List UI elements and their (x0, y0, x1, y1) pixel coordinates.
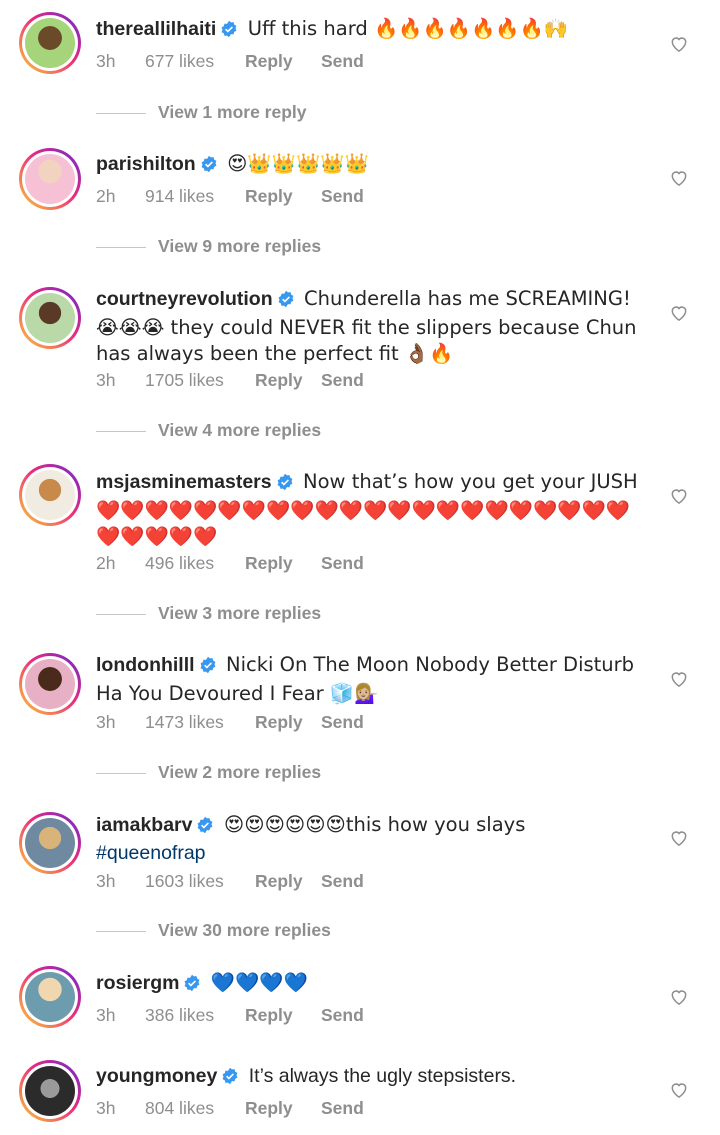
comment-likes[interactable]: 1705 likes (145, 368, 255, 392)
like-heart-icon[interactable] (669, 303, 689, 323)
comment-time: 2h (96, 553, 116, 573)
divider (96, 112, 146, 114)
avatar[interactable] (19, 464, 81, 526)
send-button[interactable]: Send (321, 710, 364, 734)
comment-likes[interactable]: 677 likes (145, 49, 245, 73)
comment-time: 2h (96, 186, 116, 206)
reply-button[interactable]: Reply (255, 710, 321, 734)
avatar[interactable] (19, 1060, 81, 1122)
reply-button[interactable]: Reply (245, 49, 321, 73)
reply-button[interactable]: Reply (245, 551, 321, 575)
comment-likes[interactable]: 1603 likes (145, 869, 255, 893)
reply-button[interactable]: Reply (255, 869, 321, 893)
send-button[interactable]: Send (321, 869, 364, 893)
verified-badge-icon (277, 290, 295, 315)
comment-username[interactable]: courtneyrevolution (96, 288, 273, 310)
verified-badge-icon (220, 20, 238, 45)
comment-username[interactable]: msjasminemasters (96, 471, 272, 493)
comment-text: 💙💙💙💙 (210, 971, 308, 994)
verified-badge-icon (221, 1067, 239, 1092)
view-more-replies[interactable]: View 4 more replies (96, 418, 321, 442)
view-more-replies[interactable]: View 9 more replies (96, 234, 321, 258)
avatar[interactable] (19, 12, 81, 74)
comment-likes[interactable]: 386 likes (145, 1003, 245, 1027)
divider (96, 772, 146, 774)
view-more-replies[interactable]: View 1 more reply (96, 100, 307, 124)
view-more-replies[interactable]: View 30 more replies (96, 918, 331, 942)
verified-badge-icon (200, 155, 218, 180)
like-heart-icon[interactable] (669, 669, 689, 689)
comment-username[interactable]: youngmoney (96, 1065, 217, 1087)
comment-time: 3h (96, 370, 116, 390)
avatar[interactable] (19, 287, 81, 349)
divider (96, 430, 146, 432)
comment-text: 😍😍😍😍😍😍this how you slays (223, 813, 526, 836)
send-button[interactable]: Send (321, 368, 364, 392)
hashtag-link[interactable]: #queenofrap (96, 842, 206, 864)
comment-time: 3h (96, 871, 116, 891)
reply-button[interactable]: Reply (255, 368, 321, 392)
reply-button[interactable]: Reply (245, 1003, 321, 1027)
verified-badge-icon (196, 816, 214, 841)
avatar[interactable] (19, 653, 81, 715)
comment-text: Uff this hard 🔥🔥🔥🔥🔥🔥🔥🙌 (247, 17, 569, 40)
comment-username[interactable]: iamakbarv (96, 814, 192, 836)
send-button[interactable]: Send (321, 184, 364, 208)
send-button[interactable]: Send (321, 551, 364, 575)
like-heart-icon[interactable] (669, 486, 689, 506)
verified-badge-icon (183, 974, 201, 999)
comment-likes[interactable]: 496 likes (145, 551, 245, 575)
comment-time: 3h (96, 712, 116, 732)
avatar[interactable] (19, 148, 81, 210)
like-heart-icon[interactable] (669, 168, 689, 188)
send-button[interactable]: Send (321, 1003, 364, 1027)
avatar[interactable] (19, 966, 81, 1028)
send-button[interactable]: Send (321, 1096, 364, 1120)
reply-button[interactable]: Reply (245, 184, 321, 208)
divider (96, 613, 146, 615)
view-more-replies[interactable]: View 2 more replies (96, 760, 321, 784)
comment-username[interactable]: rosiergm (96, 972, 179, 994)
avatar[interactable] (19, 812, 81, 874)
verified-badge-icon (199, 656, 217, 681)
comment-text: It’s always the ugly stepsisters. (248, 1065, 517, 1087)
comment-time: 3h (96, 1098, 116, 1118)
reply-button[interactable]: Reply (245, 1096, 321, 1120)
like-heart-icon[interactable] (669, 34, 689, 54)
divider (96, 246, 146, 248)
like-heart-icon[interactable] (669, 828, 689, 848)
comment-username[interactable]: thereallilhaiti (96, 18, 216, 40)
comment-time: 3h (96, 51, 116, 71)
comment-likes[interactable]: 1473 likes (145, 710, 255, 734)
like-heart-icon[interactable] (669, 987, 689, 1007)
comment-username[interactable]: parishilton (96, 153, 196, 175)
divider (96, 930, 146, 932)
like-heart-icon[interactable] (669, 1080, 689, 1100)
view-more-replies[interactable]: View 3 more replies (96, 601, 321, 625)
send-button[interactable]: Send (321, 49, 364, 73)
comment-likes[interactable]: 804 likes (145, 1096, 245, 1120)
comment-text: 😍👑👑👑👑👑 (227, 152, 369, 175)
comment-likes[interactable]: 914 likes (145, 184, 245, 208)
comment-username[interactable]: londonhilll (96, 654, 195, 676)
comment-time: 3h (96, 1005, 116, 1025)
verified-badge-icon (276, 473, 294, 498)
